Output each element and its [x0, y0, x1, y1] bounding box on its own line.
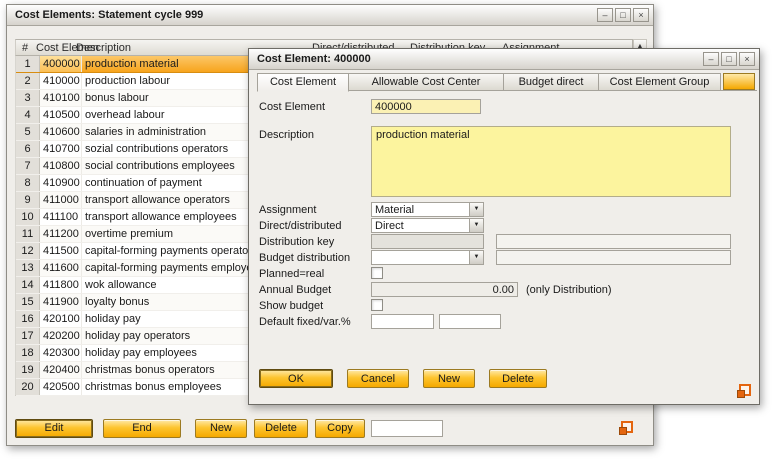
main-footer: Edit End New Delete Copy	[15, 417, 645, 439]
row-number: 7	[16, 158, 40, 174]
cost-element-code-cell: 400000	[40, 56, 82, 72]
chevron-down-icon[interactable]: ▼	[469, 219, 483, 232]
cost-element-code-cell: 410000	[40, 73, 82, 89]
assignment-label: Assignment	[259, 204, 316, 216]
row-number: 3	[16, 90, 40, 106]
cost-element-code-cell: 410500	[40, 107, 82, 123]
direct-distributed-label: Direct/distributed	[259, 220, 342, 232]
show-budget-checkbox[interactable]	[371, 299, 383, 311]
annual-budget-field[interactable]: 0.00	[371, 282, 518, 297]
grid-expand-icon[interactable]	[737, 384, 751, 398]
assignment-value: Material	[372, 203, 469, 216]
delete-button[interactable]: Delete	[489, 369, 547, 388]
cost-element-code-cell: 411000	[40, 192, 82, 208]
budget-distribution-description-field	[496, 250, 731, 265]
row-number: 5	[16, 124, 40, 140]
direct-distributed-select[interactable]: Direct ▼	[371, 218, 484, 233]
cost-element-code-cell: 411800	[40, 277, 82, 293]
main-window-title: Cost Elements: Statement cycle 999	[15, 9, 597, 21]
cost-element-code-cell: 411100	[40, 209, 82, 225]
minimize-icon[interactable]: –	[597, 8, 613, 22]
row-number: 17	[16, 328, 40, 344]
distribution-key-field	[371, 234, 484, 249]
planned-real-checkbox[interactable]	[371, 267, 383, 279]
cost-element-code-cell: 410800	[40, 158, 82, 174]
cost-element-code-cell: 420400	[40, 362, 82, 378]
new-button[interactable]: New	[195, 419, 247, 438]
cost-element-code-cell: 410900	[40, 175, 82, 191]
default-var-field[interactable]	[439, 314, 501, 329]
chevron-down-icon[interactable]: ▼	[469, 203, 483, 216]
dialog-buttons: OK Cancel New Delete	[259, 369, 547, 388]
cost-element-field[interactable]: 400000	[371, 99, 481, 114]
description-field[interactable]: production material	[371, 126, 731, 197]
cost-element-code-cell: 410600	[40, 124, 82, 140]
window-controls: – □ ×	[597, 8, 649, 22]
cost-element-form: Cost Element 400000 Description producti…	[249, 49, 759, 404]
col-header-number: #	[22, 42, 28, 54]
cost-element-code-cell: 410100	[40, 90, 82, 106]
row-number: 4	[16, 107, 40, 123]
row-number: 18	[16, 345, 40, 361]
row-number: 12	[16, 243, 40, 259]
budget-distribution-value	[372, 251, 469, 264]
row-number: 16	[16, 311, 40, 327]
annual-budget-label: Annual Budget	[259, 284, 331, 296]
cancel-button[interactable]: Cancel	[347, 369, 409, 388]
row-number: 6	[16, 141, 40, 157]
row-number: 9	[16, 192, 40, 208]
cost-element-code-cell: 410700	[40, 141, 82, 157]
cost-element-code-cell: 411900	[40, 294, 82, 310]
footer-input[interactable]	[371, 420, 443, 437]
col-header-description: Description	[76, 42, 131, 54]
delete-button[interactable]: Delete	[254, 419, 308, 438]
row-number: 20	[16, 379, 40, 395]
cost-element-code-cell: 420200	[40, 328, 82, 344]
assignment-select[interactable]: Material ▼	[371, 202, 484, 217]
budget-distribution-select[interactable]: ▼	[371, 250, 484, 265]
annual-budget-note: (only Distribution)	[526, 284, 612, 296]
cost-element-label: Cost Element	[259, 101, 325, 113]
cost-element-code-cell: 420300	[40, 345, 82, 361]
main-titlebar[interactable]: Cost Elements: Statement cycle 999 – □ ×	[7, 5, 653, 26]
cost-element-dialog: Cost Element: 400000 – □ × Cost Element …	[248, 48, 760, 405]
description-label: Description	[259, 129, 314, 141]
ok-button[interactable]: OK	[259, 369, 333, 388]
budget-distribution-label: Budget distribution	[259, 252, 350, 264]
cost-element-code-cell: 420100	[40, 311, 82, 327]
row-number: 13	[16, 260, 40, 276]
default-fixed-var-label: Default fixed/var.%	[259, 316, 351, 328]
new-button[interactable]: New	[423, 369, 475, 388]
end-button[interactable]: End	[103, 419, 181, 438]
row-number: 11	[16, 226, 40, 242]
row-number: 8	[16, 175, 40, 191]
distribution-key-label: Distribution key	[259, 236, 334, 248]
row-number: 1	[16, 56, 40, 72]
direct-distributed-value: Direct	[372, 219, 469, 232]
planned-real-label: Planned=real	[259, 268, 324, 280]
row-number: 15	[16, 294, 40, 310]
cost-element-code-cell: 411200	[40, 226, 82, 242]
row-number: 19	[16, 362, 40, 378]
chevron-down-icon[interactable]: ▼	[469, 251, 483, 264]
row-number: 14	[16, 277, 40, 293]
edit-button[interactable]: Edit	[15, 419, 93, 438]
default-fixed-field[interactable]	[371, 314, 434, 329]
close-icon[interactable]: ×	[633, 8, 649, 22]
copy-button[interactable]: Copy	[315, 419, 365, 438]
row-number: 2	[16, 73, 40, 89]
cost-element-code-cell: 411600	[40, 260, 82, 276]
grid-expand-icon[interactable]	[619, 421, 633, 435]
row-number: 10	[16, 209, 40, 225]
maximize-icon[interactable]: □	[615, 8, 631, 22]
cost-element-code-cell: 411500	[40, 243, 82, 259]
distribution-key-description-field	[496, 234, 731, 249]
show-budget-label: Show budget	[259, 300, 323, 312]
cost-element-code-cell: 420500	[40, 379, 82, 395]
